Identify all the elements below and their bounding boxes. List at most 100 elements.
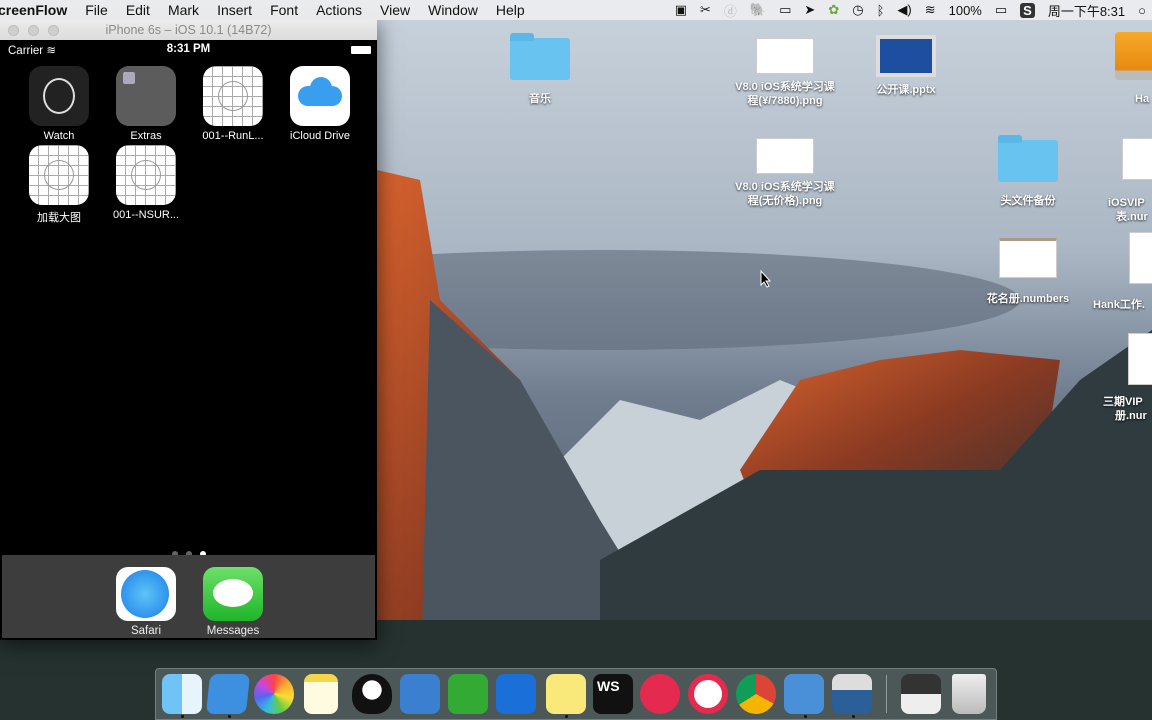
app-label: iCloud Drive (290, 130, 350, 142)
menu-bar: creenFlow File Edit Mark Insert Font Act… (0, 0, 1152, 20)
qq-icon[interactable] (352, 674, 392, 714)
safari-icon (116, 567, 176, 621)
search-icon[interactable]: ○ (1138, 3, 1146, 18)
photos-icon[interactable] (254, 674, 294, 714)
app-extras[interactable]: Extras (103, 66, 189, 142)
simulator-window: iPhone 6s – iOS 10.1 (14B72) Carrier ≋ 8… (0, 20, 377, 640)
airplay-display-icon[interactable]: ▭ (779, 2, 791, 18)
simulator-title-bar[interactable]: iPhone 6s – iOS 10.1 (14B72) (0, 20, 377, 40)
mouse-cursor-icon (760, 270, 772, 288)
desktop-item-roster[interactable]: 花名册.numbers (963, 238, 1093, 306)
folder-icon (116, 66, 176, 126)
placeholder-app-icon (29, 145, 89, 205)
app-label: Watch (43, 130, 75, 142)
messages-icon (203, 567, 263, 621)
desktop-item-music[interactable]: 音乐 (475, 33, 605, 106)
close-button[interactable] (8, 25, 19, 36)
dictionary-icon[interactable] (400, 674, 440, 714)
desktop-item-pptx[interactable]: 公开课.pptx (841, 35, 971, 97)
menu-font[interactable]: Font (261, 2, 307, 18)
pptx-thumbnail-icon (876, 35, 936, 77)
scissors-icon[interactable]: ✂ (700, 2, 711, 18)
menu-edit[interactable]: Edit (117, 2, 159, 18)
desktop-item-hank-work[interactable]: Hank工作. (1093, 232, 1152, 312)
minimize-button[interactable] (28, 25, 39, 36)
menu-insert[interactable]: Insert (208, 2, 261, 18)
stickies-icon[interactable] (546, 674, 586, 714)
menu-file[interactable]: File (76, 2, 117, 18)
placeholder-app-icon (203, 66, 263, 126)
screenflow-camera-icon[interactable]: ▣ (675, 2, 687, 18)
numbers-file-icon (999, 238, 1057, 278)
watch-icon (29, 66, 89, 126)
desktop-item-course-png[interactable]: V8.0 iOS系统学习课 程(¥/7880).png (720, 38, 850, 108)
sogou-input-icon[interactable]: S (1020, 2, 1035, 18)
desktop-item-drive[interactable]: Ha (1105, 32, 1152, 106)
time-machine-icon[interactable]: ◷ (852, 2, 863, 18)
screenflow-icon[interactable] (832, 674, 872, 714)
menu-app-name[interactable]: creenFlow (0, 2, 76, 18)
downloads-stack-icon[interactable] (901, 674, 941, 714)
ios-status-bar: Carrier ≋ 8:31 PM (0, 40, 377, 58)
bluetooth-icon[interactable]: ᛒ (877, 3, 885, 18)
icloud-icon (290, 66, 350, 126)
desktop-item-vip3[interactable]: 三期VIP 册.nur (1103, 333, 1152, 423)
status-menus: ▣ ✂ ⓓ 🐘 ▭ ➤ ✿ ◷ ᛒ ◀) ≋ 100% ▭ S 周一下午8:31… (675, 0, 1152, 20)
window-title: iPhone 6s – iOS 10.1 (14B72) (105, 23, 272, 37)
volume-icon[interactable]: ◀) (897, 2, 911, 18)
battery-icon (351, 46, 371, 54)
app-icloud-drive[interactable]: iCloud Drive (277, 66, 363, 142)
drive-icon (1115, 32, 1152, 80)
folder-icon (510, 33, 570, 80)
numbers-file-icon (1128, 333, 1152, 385)
chrome-icon[interactable] (736, 674, 776, 714)
battery-label[interactable]: 100% (949, 3, 982, 18)
frog-icon[interactable]: ✿ (828, 2, 839, 18)
menu-mark[interactable]: Mark (159, 2, 208, 18)
app-label: 加载大图 (37, 212, 81, 224)
folder-icon (998, 135, 1058, 182)
zoom-button[interactable] (48, 25, 59, 36)
desktop-item-header-backup[interactable]: 头文件备份 (963, 135, 1093, 208)
dock-divider (886, 675, 887, 713)
document-icon (1129, 232, 1152, 284)
menu-view[interactable]: View (371, 2, 419, 18)
menu-window[interactable]: Window (419, 2, 487, 18)
app-watch[interactable]: Watch (16, 66, 102, 142)
desktop-item-course-png-2[interactable]: V8.0 iOS系统学习课 程(无价格).png (720, 138, 850, 208)
webstorm-icon[interactable]: WS (593, 674, 633, 714)
app-label: Messages (206, 625, 260, 637)
app-load-image[interactable]: 加载大图 (16, 145, 102, 225)
simulator-icon[interactable] (784, 674, 824, 714)
ios-time: 8:31 PM (166, 43, 211, 55)
disc-icon[interactable]: ⓓ (724, 1, 737, 20)
flickr-app-2-icon[interactable] (688, 674, 728, 714)
app-label: 001--NSUR... (112, 209, 180, 221)
clock[interactable]: 周一下午8:31 (1048, 1, 1125, 20)
teamviewer-icon[interactable] (496, 674, 536, 714)
ios-dock: Safari Messages (2, 555, 375, 638)
evernote-icon[interactable]: 🐘 (750, 2, 766, 18)
app-label: Extras (130, 130, 162, 142)
placeholder-app-icon (116, 145, 176, 205)
flickr-app-icon[interactable] (640, 674, 680, 714)
app-messages[interactable]: Messages (173, 567, 293, 637)
numbers-file-icon (1122, 138, 1152, 180)
menu-actions[interactable]: Actions (307, 2, 371, 18)
battery-icon: ▭ (994, 2, 1008, 17)
image-thumbnail-icon (756, 38, 814, 74)
app-label: 001--RunL... (202, 130, 264, 142)
finder-icon[interactable] (162, 674, 202, 714)
evernote-icon[interactable] (448, 674, 488, 714)
menu-help[interactable]: Help (487, 2, 534, 18)
desktop-item-iosvip[interactable]: iOSVIP 表.nur (1108, 138, 1152, 224)
image-thumbnail-icon (756, 138, 814, 174)
app-runloop[interactable]: 001--RunL... (190, 66, 276, 142)
app-nsurl[interactable]: 001--NSUR... (103, 145, 189, 221)
notes-icon[interactable] (304, 674, 338, 714)
trash-icon[interactable] (952, 674, 986, 714)
dock: WS (155, 668, 997, 720)
send-icon[interactable]: ➤ (804, 2, 815, 18)
xcode-icon[interactable] (205, 674, 251, 714)
wifi-icon[interactable]: ≋ (925, 2, 936, 18)
